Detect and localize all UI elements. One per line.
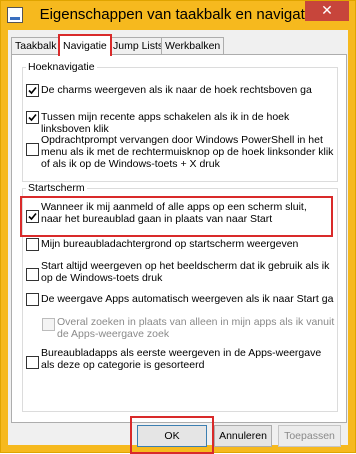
label-powershell: Opdrachtprompt vervangen door Windows Po… [41,134,334,170]
tab-taakbalk[interactable]: Taakbalk [11,37,61,54]
label-apps-view: De weergave Apps automatisch weergeven a… [41,293,334,305]
checkbox-search-everywhere[interactable] [42,318,55,331]
dialog-client: Taakbalk Navigatie Jump Lists Werkbalken… [8,30,348,454]
title-bar[interactable]: Eigenschappen van taakbalk en navigatie … [1,1,355,30]
checkmark-icon [28,212,37,221]
checkbox-recent-apps[interactable] [26,111,39,124]
checkbox-desktop-apps-first[interactable] [26,356,39,369]
group-title-startscherm: Startscherm [26,182,87,194]
label-recent-apps: Tussen mijn recente apps schakelen als i… [41,111,290,135]
label-start-on-display: Start altijd weergeven op het beeldscher… [41,260,330,284]
apply-button[interactable]: Toepassen [278,425,341,447]
tab-navigatie[interactable]: Navigatie [58,34,112,56]
label-desktop-on-signin: Wanneer ik mij aanmeld of alle apps op e… [41,201,307,225]
tab-jump-lists[interactable]: Jump Lists [109,37,168,54]
label-search-everywhere: Overal zoeken in plaats van alleen in mi… [57,316,335,340]
group-title-hoeknavigatie: Hoeknavigatie [26,61,97,73]
label-charms: De charms weergeven als ik naar de hoek … [41,84,312,96]
label-desktop-apps-first: Bureaubladapps als eerste weergeven in d… [41,347,322,371]
checkbox-start-on-display[interactable] [26,268,39,281]
tab-panel-navigatie: Hoeknavigatie De charms weergeven als ik… [11,54,347,423]
checkmark-icon [28,86,37,95]
checkbox-background-on-start[interactable] [26,238,39,251]
checkbox-powershell[interactable] [26,143,39,156]
checkbox-charms[interactable] [26,84,39,97]
checkmark-icon [28,113,37,122]
close-button[interactable]: ✕ [305,1,349,21]
checkbox-apps-view[interactable] [26,293,39,306]
tab-werkbalken[interactable]: Werkbalken [161,37,225,54]
window-title: Eigenschappen van taakbalk en navigatie [39,6,317,23]
ok-button[interactable]: OK [137,425,207,447]
checkbox-desktop-on-signin[interactable] [26,210,39,223]
dialog-window: Eigenschappen van taakbalk en navigatie … [0,0,356,454]
label-background-on-start: Mijn bureaubladachtergrond op startscher… [41,238,299,250]
cancel-button[interactable]: Annuleren [214,425,272,447]
